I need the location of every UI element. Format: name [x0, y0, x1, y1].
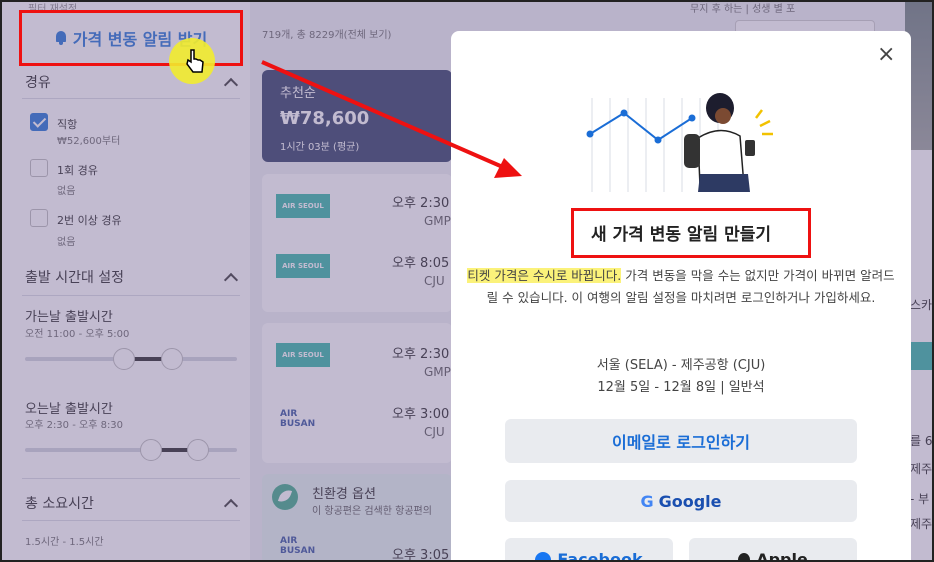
flight-search-page: 필터 재설정 가격 변동 알림 받기 경유 직항 ₩52,600부터 1회 경유…	[0, 0, 934, 562]
annotation-arrow	[261, 60, 522, 178]
hand-cursor-icon	[186, 49, 204, 73]
